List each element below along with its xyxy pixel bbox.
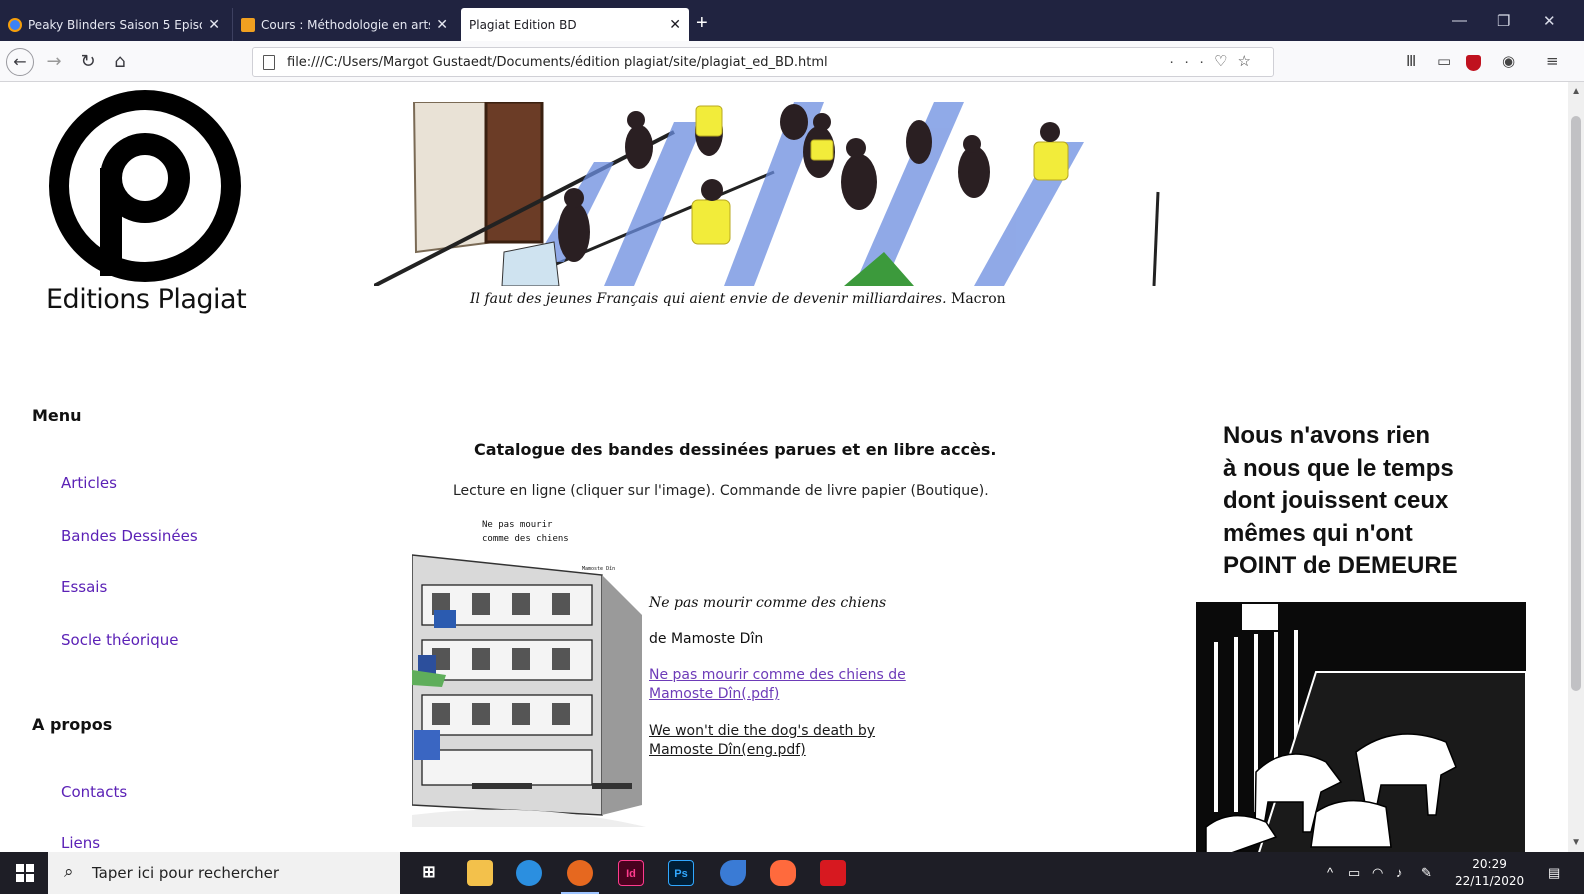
quote-author: Macron [951,291,1006,307]
close-window-icon[interactable]: ✕ [1543,12,1556,30]
sidebar-icon[interactable]: ▭ [1437,52,1451,70]
poster-line: Nous n'avons rien [1223,422,1431,449]
page-viewport: Editions Plagiat Il faut des jeunes Fran… [0,82,1584,852]
new-tab-button[interactable]: + [696,12,708,35]
firefox-icon[interactable] [561,860,599,894]
reload-icon[interactable]: ↻ [76,50,100,74]
tab-peaky-blinders[interactable]: Peaky Blinders Saison 5 Episod ✕ [0,8,228,41]
navigation-bar: ← → ↻ ⌂ file:///C:/Users/Margot Gustaedt… [0,41,1584,82]
more-actions-icon[interactable]: ··· [1169,53,1214,70]
book-title: Ne pas mourir comme des chiens [649,595,887,611]
menu-link-essais[interactable]: Essais [61,578,107,596]
account-icon[interactable]: ◉ [1502,52,1515,70]
acrobat-icon[interactable] [820,860,846,886]
vertical-scrollbar[interactable]: ▲ ▼ [1568,82,1584,852]
scroll-down-arrow-icon[interactable]: ▼ [1571,837,1581,848]
scroll-thumb[interactable] [1571,116,1581,691]
tab-title: Peaky Blinders Saison 5 Episod [28,17,203,32]
menu-link-contacts[interactable]: Contacts [61,783,127,801]
app-icon[interactable] [720,860,746,886]
close-tab-icon[interactable]: ✕ [208,17,220,33]
brand-name: Editions Plagiat [46,284,247,315]
file-explorer-icon[interactable] [467,860,493,886]
notifications-icon[interactable]: ▤ [1548,865,1560,881]
menu-heading: Menu [32,406,82,425]
search-placeholder[interactable]: Taper ici pour rechercher [92,864,279,882]
catalog-title: Catalogue des bandes dessinées parues et… [474,440,997,459]
wifi-icon[interactable]: ◠ [1372,865,1383,881]
poster-line: POINT de DEMEURE [1223,552,1458,579]
refresh-icon [8,17,22,32]
tab-title: Cours : Méthodologie en arts p [261,17,431,32]
address-bar[interactable]: file:///C:/Users/Margot Gustaedt/Documen… [252,47,1274,77]
tab-title: Plagiat Edition BD [469,17,577,32]
pdf-link-french[interactable]: Ne pas mourir comme des chiens de Mamost… [649,666,909,704]
show-hidden-icons-icon[interactable]: ^ [1327,865,1333,880]
cover-author: Mamoste Dîn [582,565,615,572]
forward-icon[interactable]: → [42,50,66,74]
url-text[interactable]: file:///C:/Users/Margot Gustaedt/Documen… [287,55,828,70]
ublock-origin-icon[interactable] [1466,55,1481,71]
clock-date: 22/11/2020 [1455,874,1525,888]
windows-taskbar: ⌕ Taper ici pour rechercher ⊞ Id Ps ^ ▭ … [0,852,1584,894]
clock-time: 20:29 [1472,857,1507,871]
menu-link-liens[interactable]: Liens [61,834,100,852]
menu-icon[interactable]: ≡ [1546,52,1559,70]
cover-title-line2: comme des chiens [482,534,569,544]
poster-line: à nous que le temps [1223,454,1454,482]
cover-title-line1: Ne pas mourir [482,520,553,530]
close-tab-icon[interactable]: ✕ [669,17,681,33]
about-heading: A propos [32,715,113,734]
scroll-up-arrow-icon[interactable]: ▲ [1571,86,1581,97]
menu-link-bandes-dessinees[interactable]: Bandes Dessinées [61,527,198,545]
tab-plagiat-edition-bd[interactable]: Plagiat Edition BD ✕ [461,8,689,41]
minimize-icon[interactable]: — [1452,12,1467,29]
restore-icon[interactable]: ❐ [1497,12,1510,30]
bookmark-star-icon[interactable]: ☆ [1238,53,1261,70]
poster-text: Nous n'avons rien à nous que le temps do… [1223,420,1458,583]
catalog-subtitle: Lecture en ligne (cliquer sur l'image). … [453,483,989,499]
page-actions: ···♡☆ [1169,52,1261,70]
moodle-icon [241,17,255,32]
home-icon[interactable]: ⌂ [108,50,132,74]
quote-text: Il faut des jeunes Français qui aient en… [470,291,947,307]
paint-icon[interactable] [770,860,796,886]
pocket-icon[interactable]: ♡ [1214,53,1237,70]
book-cover-image[interactable]: Ne pas mourir comme des chiens Mamoste D… [412,515,646,827]
menu-link-articles[interactable]: Articles [61,474,117,492]
photoshop-icon[interactable]: Ps [668,860,694,886]
plagiat-logo [49,90,241,282]
search-icon: ⌕ [64,862,74,881]
tab-bar: Peaky Blinders Saison 5 Episod ✕ Cours :… [0,0,1584,41]
pen-icon[interactable]: ✎ [1421,865,1432,881]
poster-line: dont jouissent ceux [1223,487,1449,514]
menu-link-socle-theorique[interactable]: Socle théorique [61,631,179,649]
windows-start-icon[interactable] [16,864,34,882]
poster-line: mêmes qui n'ont [1223,519,1413,547]
battery-icon[interactable]: ▭ [1348,865,1360,881]
volume-icon[interactable]: ♪ [1396,865,1403,880]
pdf-link-english[interactable]: We won't die the dog's death by Mamoste … [649,722,909,760]
edge-icon[interactable] [516,860,542,886]
book-author: de Mamoste Dîn [649,631,764,647]
close-tab-icon[interactable]: ✕ [436,17,448,33]
back-icon[interactable]: ← [6,48,34,76]
banner-quote: Il faut des jeunes Français qui aient en… [470,291,1006,307]
banner-illustration [374,102,1166,286]
library-icon[interactable]: Ⅲ [1406,52,1416,70]
tab-cours-methodologie[interactable]: Cours : Méthodologie en arts p ✕ [232,8,456,41]
page-icon [263,55,275,70]
indesign-icon[interactable]: Id [618,860,644,886]
system-clock[interactable]: 20:29 22/11/2020 [1455,856,1524,890]
task-view-icon[interactable]: ⊞ [416,860,442,886]
taskbar-search[interactable]: ⌕ Taper ici pour rechercher [48,852,400,894]
